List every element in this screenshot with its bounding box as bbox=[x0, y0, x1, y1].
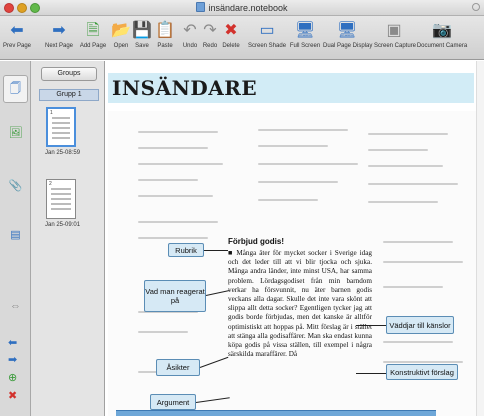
callout-vadjar-till-kanslor[interactable]: Väddjar till känslor bbox=[386, 316, 454, 334]
open-button[interactable]: 📂 Open bbox=[111, 20, 131, 56]
document-icon bbox=[196, 2, 206, 12]
undo-label: Undo bbox=[182, 43, 198, 49]
properties-icon: ▤ bbox=[10, 228, 21, 241]
page-number: 1 bbox=[50, 110, 53, 116]
undo-button[interactable]: ↶ Undo bbox=[180, 20, 200, 56]
connector-line bbox=[204, 250, 228, 251]
page-timestamp: Jan 25-08:59 bbox=[45, 150, 81, 156]
undo-icon: ↶ bbox=[183, 22, 197, 39]
screen-capture-label: Screen Capture bbox=[374, 43, 417, 49]
add-icon[interactable]: ⊕ bbox=[8, 371, 17, 384]
dual-page-icon: 🖥 bbox=[336, 22, 358, 39]
redo-label: Redo bbox=[202, 43, 218, 49]
document-camera-label: Document Camera bbox=[416, 43, 468, 49]
save-button[interactable]: 💾 Save bbox=[132, 20, 152, 56]
callout-vad-man-reagerat-pa[interactable]: Vad man reagerat på bbox=[144, 280, 206, 312]
redo-button[interactable]: ↷ Redo bbox=[200, 20, 220, 56]
tab-page-sorter[interactable]: 🗍 bbox=[3, 75, 28, 103]
full-screen-label: Full Screen bbox=[289, 43, 321, 49]
redo-icon: ↷ bbox=[203, 22, 217, 39]
callout-argument[interactable]: Argument bbox=[150, 394, 196, 410]
delete-button[interactable]: ✖ Delete bbox=[220, 20, 242, 56]
callout-konstruktivt-forslag[interactable]: Konstruktivt förslag bbox=[386, 364, 458, 380]
banner-title: INSÄNDARE bbox=[112, 76, 258, 100]
vertical-scrollbar[interactable] bbox=[476, 61, 484, 416]
save-label: Save bbox=[135, 43, 149, 49]
callout-asikter[interactable]: Åsikter bbox=[156, 359, 200, 376]
tab-attachments[interactable]: 📎 bbox=[3, 174, 28, 196]
save-icon: 💾 bbox=[132, 22, 152, 39]
open-label: Open bbox=[113, 43, 129, 49]
page-sorter-panel: Groups Grupp 1 1 Jan 25-08:59 2 Jan 25-0… bbox=[31, 61, 105, 416]
arrow-left-icon: ⬅ bbox=[10, 22, 24, 39]
title-bar: insändare.notebook bbox=[0, 0, 484, 16]
dual-page-label: Dual Page Display bbox=[323, 43, 373, 49]
paste-button[interactable]: 📋 Paste bbox=[154, 20, 176, 56]
screen-shade-label: Screen Shade bbox=[248, 43, 287, 49]
connector-line bbox=[356, 325, 386, 326]
page-timestamp: Jan 25-09:01 bbox=[45, 222, 81, 228]
tab-properties[interactable]: ▤ bbox=[3, 223, 28, 245]
expand-arrows-icon: ⇔ bbox=[10, 300, 21, 312]
paste-icon: 📋 bbox=[155, 22, 175, 39]
main-toolbar: ⬅ Prev Page ➡ Next Page 🗎 Add Page 📂 Ope… bbox=[0, 16, 484, 60]
page-sorter-icon: 🗍 bbox=[10, 82, 21, 95]
add-page-button[interactable]: 🗎 Add Page bbox=[78, 20, 108, 56]
remove-icon[interactable]: ✖ bbox=[8, 389, 17, 402]
next-page-label: Next Page bbox=[44, 43, 74, 49]
document-camera-icon: 📷 bbox=[432, 22, 452, 39]
tab-gallery[interactable]: 🖼 bbox=[3, 121, 28, 143]
screen-capture-icon: ▣ bbox=[386, 22, 402, 39]
groups-button[interactable]: Groups bbox=[41, 67, 97, 81]
paste-label: Paste bbox=[157, 43, 173, 49]
page-thumbnail-1[interactable]: 1 bbox=[46, 107, 76, 147]
toolbar-toggle-button[interactable] bbox=[472, 3, 480, 11]
move-left-icon[interactable]: ⬅ bbox=[8, 336, 17, 349]
full-screen-button[interactable]: 🖥 Full Screen bbox=[289, 20, 321, 56]
screen-capture-button[interactable]: ▣ Screen Capture bbox=[374, 20, 417, 56]
connector-line bbox=[356, 373, 386, 374]
dual-page-display-button[interactable]: 🖥 Dual Page Display bbox=[323, 20, 373, 56]
page-thumbnail-2[interactable]: 2 bbox=[46, 179, 76, 219]
article-heading: Förbjud godis! bbox=[228, 237, 284, 246]
delete-icon: ✖ bbox=[224, 22, 238, 39]
page-number: 2 bbox=[49, 181, 52, 187]
add-page-label: Add Page bbox=[79, 43, 107, 49]
floating-tools-bar[interactable] bbox=[116, 410, 436, 416]
gallery-icon: 🖼 bbox=[8, 126, 23, 139]
auto-hide-toggle[interactable]: ⇔ bbox=[3, 295, 28, 317]
prev-page-label: Prev Page bbox=[2, 43, 32, 49]
title-banner: INSÄNDARE bbox=[108, 73, 474, 103]
whiteboard-canvas[interactable]: INSÄNDARE Förbjud godis! ■ Många äter fö… bbox=[106, 61, 484, 416]
paperclip-icon: 📎 bbox=[8, 179, 23, 192]
arrow-right-icon: ➡ bbox=[52, 22, 66, 39]
move-right-icon[interactable]: ➡ bbox=[8, 353, 17, 366]
next-page-button[interactable]: ➡ Next Page bbox=[44, 20, 74, 56]
screen-shade-button[interactable]: ▭ Screen Shade bbox=[248, 20, 286, 56]
add-page-icon: 🗎 bbox=[86, 22, 100, 39]
window-title-text: insändare.notebook bbox=[208, 3, 288, 13]
side-tab-strip: 🗍 🖼 📎 ▤ ⇔ ⬅ ➡ ⊕ ✖ bbox=[0, 61, 31, 416]
article-body: ■ Många äter för mycket socker i Sverige… bbox=[228, 249, 372, 359]
delete-label: Delete bbox=[222, 43, 240, 49]
document-camera-button[interactable]: 📷 Document Camera bbox=[416, 20, 468, 56]
full-screen-icon: 🖥 bbox=[294, 22, 316, 39]
callout-rubrik[interactable]: Rubrik bbox=[168, 243, 204, 257]
prev-page-button[interactable]: ⬅ Prev Page bbox=[2, 20, 32, 56]
screen-shade-icon: ▭ bbox=[259, 22, 275, 39]
folder-open-icon: 📂 bbox=[111, 22, 131, 39]
window-title: insändare.notebook bbox=[0, 2, 484, 13]
group-header[interactable]: Grupp 1 bbox=[39, 89, 99, 101]
